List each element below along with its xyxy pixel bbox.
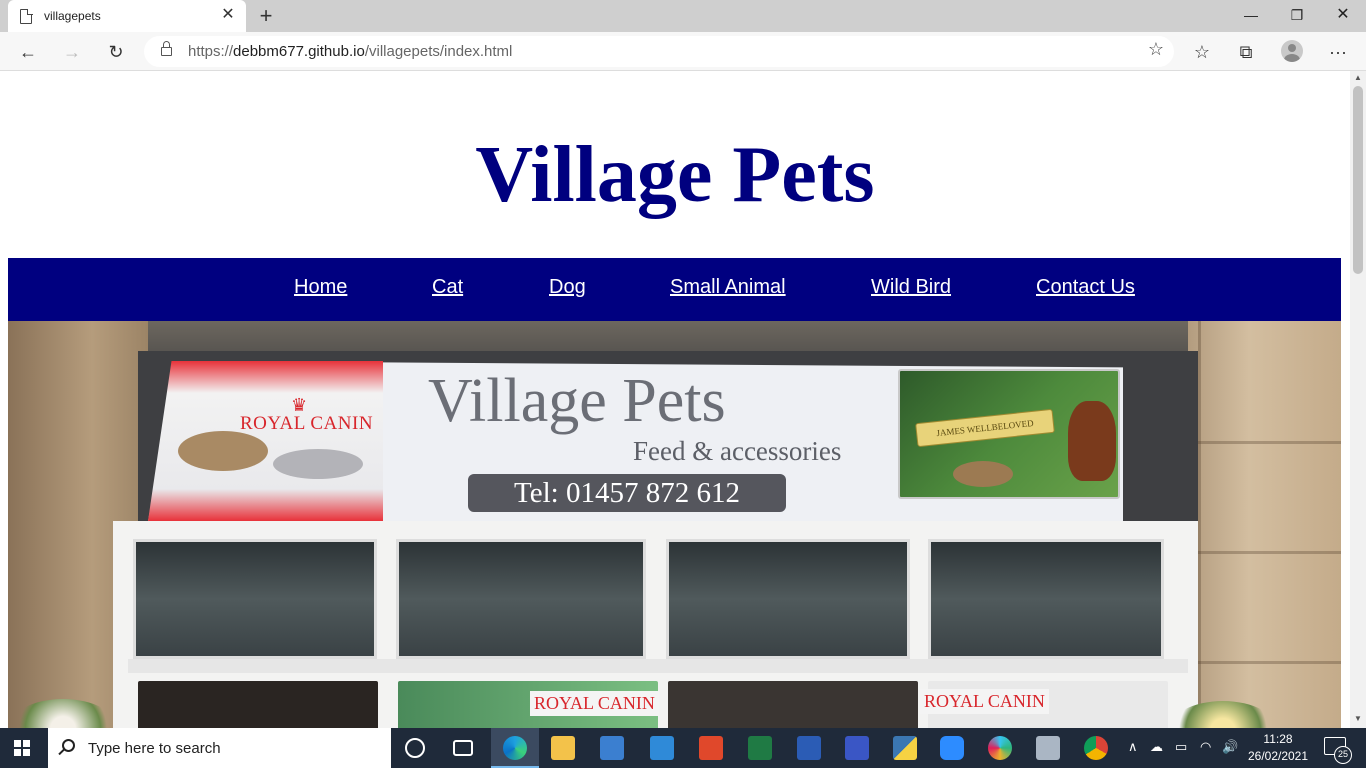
taskbar-search-placeholder: Type here to search: [88, 740, 221, 757]
sign-telephone: Tel: 01457 872 612: [468, 474, 786, 512]
back-button[interactable]: ←: [14, 38, 42, 66]
shop-window-1: [133, 539, 377, 659]
battery-icon[interactable]: ▭: [1175, 739, 1187, 755]
slack-icon[interactable]: [988, 736, 1012, 760]
address-bar[interactable]: https://debbm677.github.io/villagepets/i…: [144, 36, 1174, 67]
clock-time: 11:28: [1263, 732, 1293, 746]
zoom-icon[interactable]: [940, 736, 964, 760]
nav-link-home[interactable]: Home: [294, 276, 347, 299]
wifi-icon[interactable]: ◠: [1200, 739, 1211, 755]
search-icon: [62, 739, 75, 752]
scroll-down-icon[interactable]: ▼: [1350, 714, 1366, 723]
office-icon[interactable]: [699, 736, 723, 760]
forward-button[interactable]: →: [58, 38, 86, 66]
lock-icon[interactable]: [161, 41, 172, 57]
file-explorer-icon[interactable]: [551, 736, 575, 760]
close-tab-icon[interactable]: ✕: [218, 5, 238, 25]
shopfront-photo: ♛ ROYAL CANIN Village Pets Feed & access…: [8, 321, 1341, 728]
dog-illustration: [1068, 401, 1116, 481]
more-menu-icon[interactable]: ···: [1324, 38, 1352, 66]
python-icon[interactable]: [893, 736, 917, 760]
url-text[interactable]: https://debbm677.github.io/villagepets/i…: [188, 43, 512, 60]
tray-chevron-icon[interactable]: ∧: [1128, 739, 1138, 755]
main-nav: Home Cat Dog Small Animal Wild Bird Cont…: [8, 258, 1341, 321]
word-icon[interactable]: [797, 736, 821, 760]
sign-subtitle: Feed & accessories: [633, 436, 842, 466]
remote-desktop-icon[interactable]: [1036, 736, 1060, 760]
refresh-button[interactable]: ↻: [102, 38, 130, 66]
close-window-button[interactable]: ✕: [1328, 4, 1358, 28]
site-title: Village Pets: [475, 131, 875, 219]
stone-wall-right: [1188, 321, 1341, 728]
nav-link-small-animal[interactable]: Small Animal: [670, 276, 786, 299]
page-scrollbar[interactable]: ▲ ▼: [1350, 71, 1366, 728]
page-icon: [20, 8, 33, 24]
new-tab-button[interactable]: +: [254, 3, 278, 29]
shop-window-4: [928, 539, 1164, 659]
cortana-icon[interactable]: [405, 738, 425, 758]
collections-icon[interactable]: ⧉: [1232, 38, 1260, 66]
task-view-icon[interactable]: [453, 740, 473, 756]
nav-link-cat[interactable]: Cat: [432, 276, 463, 299]
favorites-icon[interactable]: ☆: [1188, 38, 1216, 66]
onedrive-icon[interactable]: ☁: [1150, 739, 1163, 755]
nav-link-contact-us[interactable]: Contact Us: [1036, 276, 1135, 299]
store-icon[interactable]: [600, 736, 624, 760]
sign-title: Village Pets: [428, 367, 726, 435]
windows-start-icon[interactable]: [14, 740, 30, 756]
nav-link-dog[interactable]: Dog: [549, 276, 586, 299]
scroll-up-icon[interactable]: ▲: [1350, 73, 1366, 82]
clock-date: 26/02/2021: [1247, 749, 1309, 763]
notification-count-badge: 25: [1334, 746, 1352, 764]
chrome-icon[interactable]: [1084, 736, 1108, 760]
browser-titlebar: villagepets ✕ + — ❐ ✕: [0, 0, 1366, 32]
volume-icon[interactable]: 🔊: [1222, 739, 1238, 755]
browser-toolbar: ← → ↻ https://debbm677.github.io/village…: [0, 32, 1366, 71]
royal-canin-label-3: ROYAL CANIN: [920, 689, 1049, 714]
scroll-thumb[interactable]: [1353, 86, 1363, 274]
minimize-button[interactable]: —: [1236, 4, 1266, 28]
azure-icon[interactable]: [845, 736, 869, 760]
browser-tab[interactable]: villagepets ✕: [8, 0, 246, 32]
royal-canin-label-2: ROYAL CANIN: [530, 691, 659, 716]
shop-window-3: [666, 539, 910, 659]
tab-title: villagepets: [44, 9, 101, 23]
edge-icon[interactable]: [503, 736, 527, 760]
excel-icon[interactable]: [748, 736, 772, 760]
royal-canin-label: ROYAL CANIN: [240, 413, 374, 434]
mail-icon[interactable]: [650, 736, 674, 760]
profile-avatar[interactable]: [1281, 40, 1303, 62]
page-viewport: Village Pets Home Cat Dog Small Animal W…: [0, 71, 1350, 728]
restore-button[interactable]: ❐: [1282, 4, 1312, 28]
taskbar-search[interactable]: Type here to search: [48, 728, 391, 768]
windows-taskbar: Type here to search ∧ ☁ ▭ ◠ 🔊 11:28 26/0…: [0, 728, 1366, 768]
nav-link-wild-bird[interactable]: Wild Bird: [871, 276, 951, 299]
add-favorite-icon[interactable]: ☆: [1148, 39, 1164, 60]
shop-window-2: [396, 539, 646, 659]
taskbar-clock[interactable]: 11:28 26/02/2021: [1247, 731, 1309, 765]
